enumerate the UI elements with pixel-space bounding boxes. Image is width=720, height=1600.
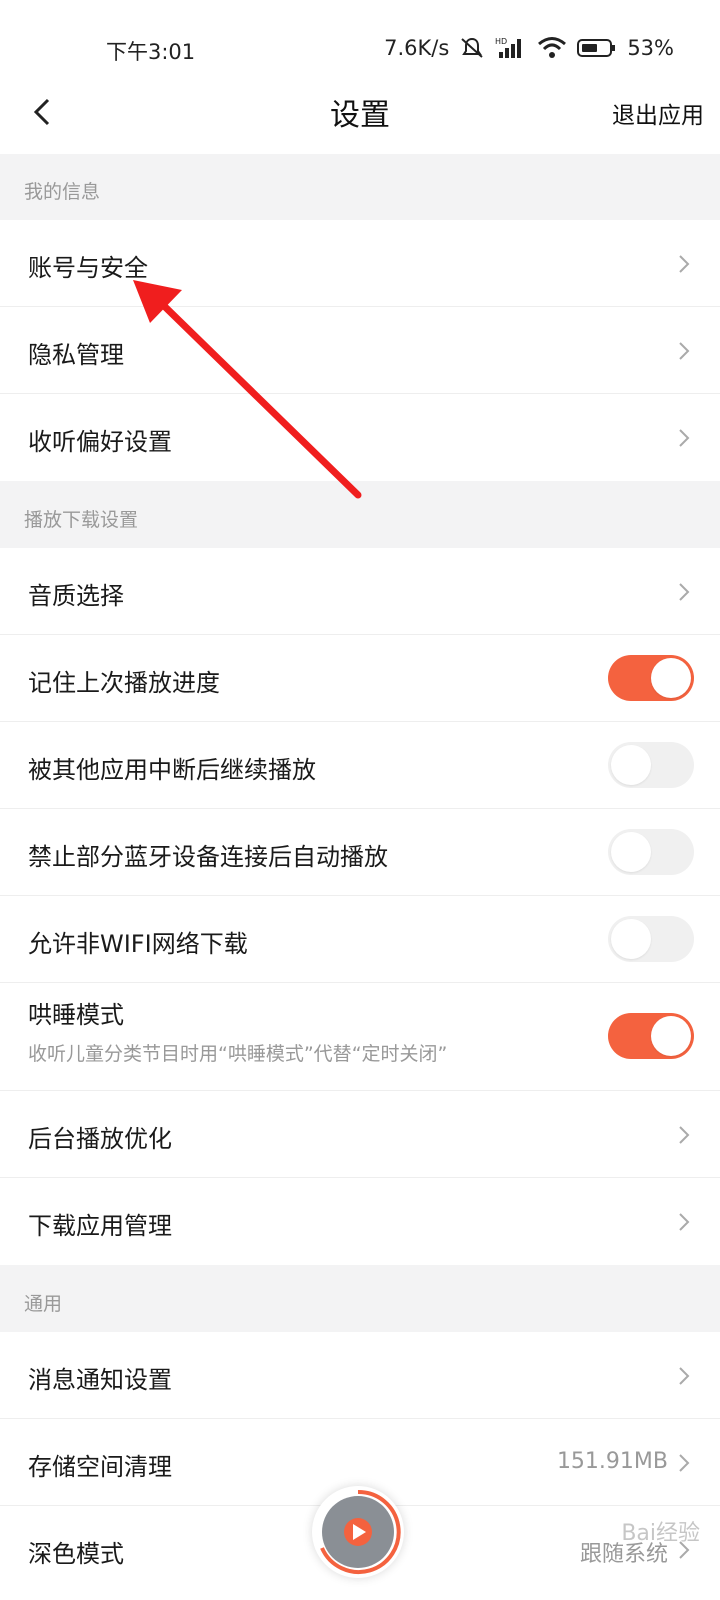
row-download-manager[interactable]: 下载应用管理 bbox=[0, 1178, 720, 1265]
row-description: 收听儿童分类节目时用“哄睡模式”代替“定时关闭” bbox=[28, 1043, 448, 1065]
row-label: 禁止部分蓝牙设备连接后自动播放 bbox=[28, 843, 388, 871]
battery-percent: 53% bbox=[627, 36, 674, 60]
section-header-my-info: 我的信息 bbox=[0, 154, 720, 220]
row-audio-quality[interactable]: 音质选择 bbox=[0, 548, 720, 635]
back-arrow-icon[interactable] bbox=[24, 92, 64, 132]
wifi-icon bbox=[537, 36, 567, 60]
section-header-playback: 播放下载设置 bbox=[0, 481, 720, 548]
row-privacy[interactable]: 隐私管理 bbox=[0, 307, 720, 394]
row-label: 深色模式 bbox=[28, 1540, 124, 1568]
row-notifications[interactable]: 消息通知设置 bbox=[0, 1332, 720, 1419]
mute-icon bbox=[459, 36, 485, 60]
chevron-right-icon bbox=[679, 1454, 690, 1472]
toggle-switch[interactable] bbox=[608, 742, 694, 788]
toggle-switch[interactable] bbox=[608, 1013, 694, 1059]
row-account-security[interactable]: 账号与安全 bbox=[0, 220, 720, 307]
row-label: 收听偏好设置 bbox=[28, 428, 172, 456]
row-label: 允许非WIFI网络下载 bbox=[28, 930, 248, 958]
row-resume-after-interrupt: 被其他应用中断后继续播放 bbox=[0, 722, 720, 809]
row-label: 音质选择 bbox=[28, 582, 124, 610]
chevron-right-icon bbox=[679, 583, 690, 601]
row-label: 下载应用管理 bbox=[28, 1212, 172, 1240]
chevron-right-icon bbox=[679, 255, 690, 273]
chevron-right-icon bbox=[679, 1213, 690, 1231]
status-time: 下午3:01 bbox=[106, 40, 196, 64]
row-background-optimization[interactable]: 后台播放优化 bbox=[0, 1091, 720, 1178]
toggle-switch[interactable] bbox=[608, 916, 694, 962]
toggle-switch[interactable] bbox=[608, 655, 694, 701]
hd-signal-icon: HD bbox=[495, 36, 527, 60]
status-icons: 7.6K/s HD 53% bbox=[384, 36, 674, 60]
row-label: 消息通知设置 bbox=[28, 1366, 172, 1394]
chevron-right-icon bbox=[679, 342, 690, 360]
row-sleep-mode: 哄睡模式 收听儿童分类节目时用“哄睡模式”代替“定时关闭” bbox=[0, 983, 720, 1091]
battery-icon bbox=[577, 37, 617, 59]
row-label: 哄睡模式 bbox=[28, 1001, 124, 1029]
chevron-right-icon bbox=[679, 1126, 690, 1144]
chevron-right-icon bbox=[679, 429, 690, 447]
toggle-switch[interactable] bbox=[608, 829, 694, 875]
row-label: 账号与安全 bbox=[28, 254, 148, 282]
nav-bar: 设置 退出应用 bbox=[0, 76, 720, 154]
row-label: 被其他应用中断后继续播放 bbox=[28, 756, 316, 784]
net-speed: 7.6K/s bbox=[384, 36, 450, 60]
play-icon bbox=[320, 1489, 401, 1574]
svg-text:HD: HD bbox=[495, 37, 507, 46]
row-label: 后台播放优化 bbox=[28, 1125, 172, 1153]
watermark: Bai经验 bbox=[621, 1521, 700, 1546]
mini-player-button[interactable] bbox=[312, 1486, 404, 1578]
row-allow-non-wifi: 允许非WIFI网络下载 bbox=[0, 896, 720, 983]
row-label: 记住上次播放进度 bbox=[28, 669, 220, 697]
row-label: 隐私管理 bbox=[28, 341, 124, 369]
row-block-bluetooth-autoplay: 禁止部分蓝牙设备连接后自动播放 bbox=[0, 809, 720, 896]
row-remember-progress: 记住上次播放进度 bbox=[0, 635, 720, 722]
chevron-right-icon bbox=[679, 1367, 690, 1385]
row-label: 存储空间清理 bbox=[28, 1453, 172, 1481]
row-listening-prefs[interactable]: 收听偏好设置 bbox=[0, 394, 720, 481]
storage-size: 151.91MB bbox=[556, 1449, 668, 1474]
section-header-general: 通用 bbox=[0, 1265, 720, 1332]
exit-app-button[interactable]: 退出应用 bbox=[612, 96, 704, 130]
